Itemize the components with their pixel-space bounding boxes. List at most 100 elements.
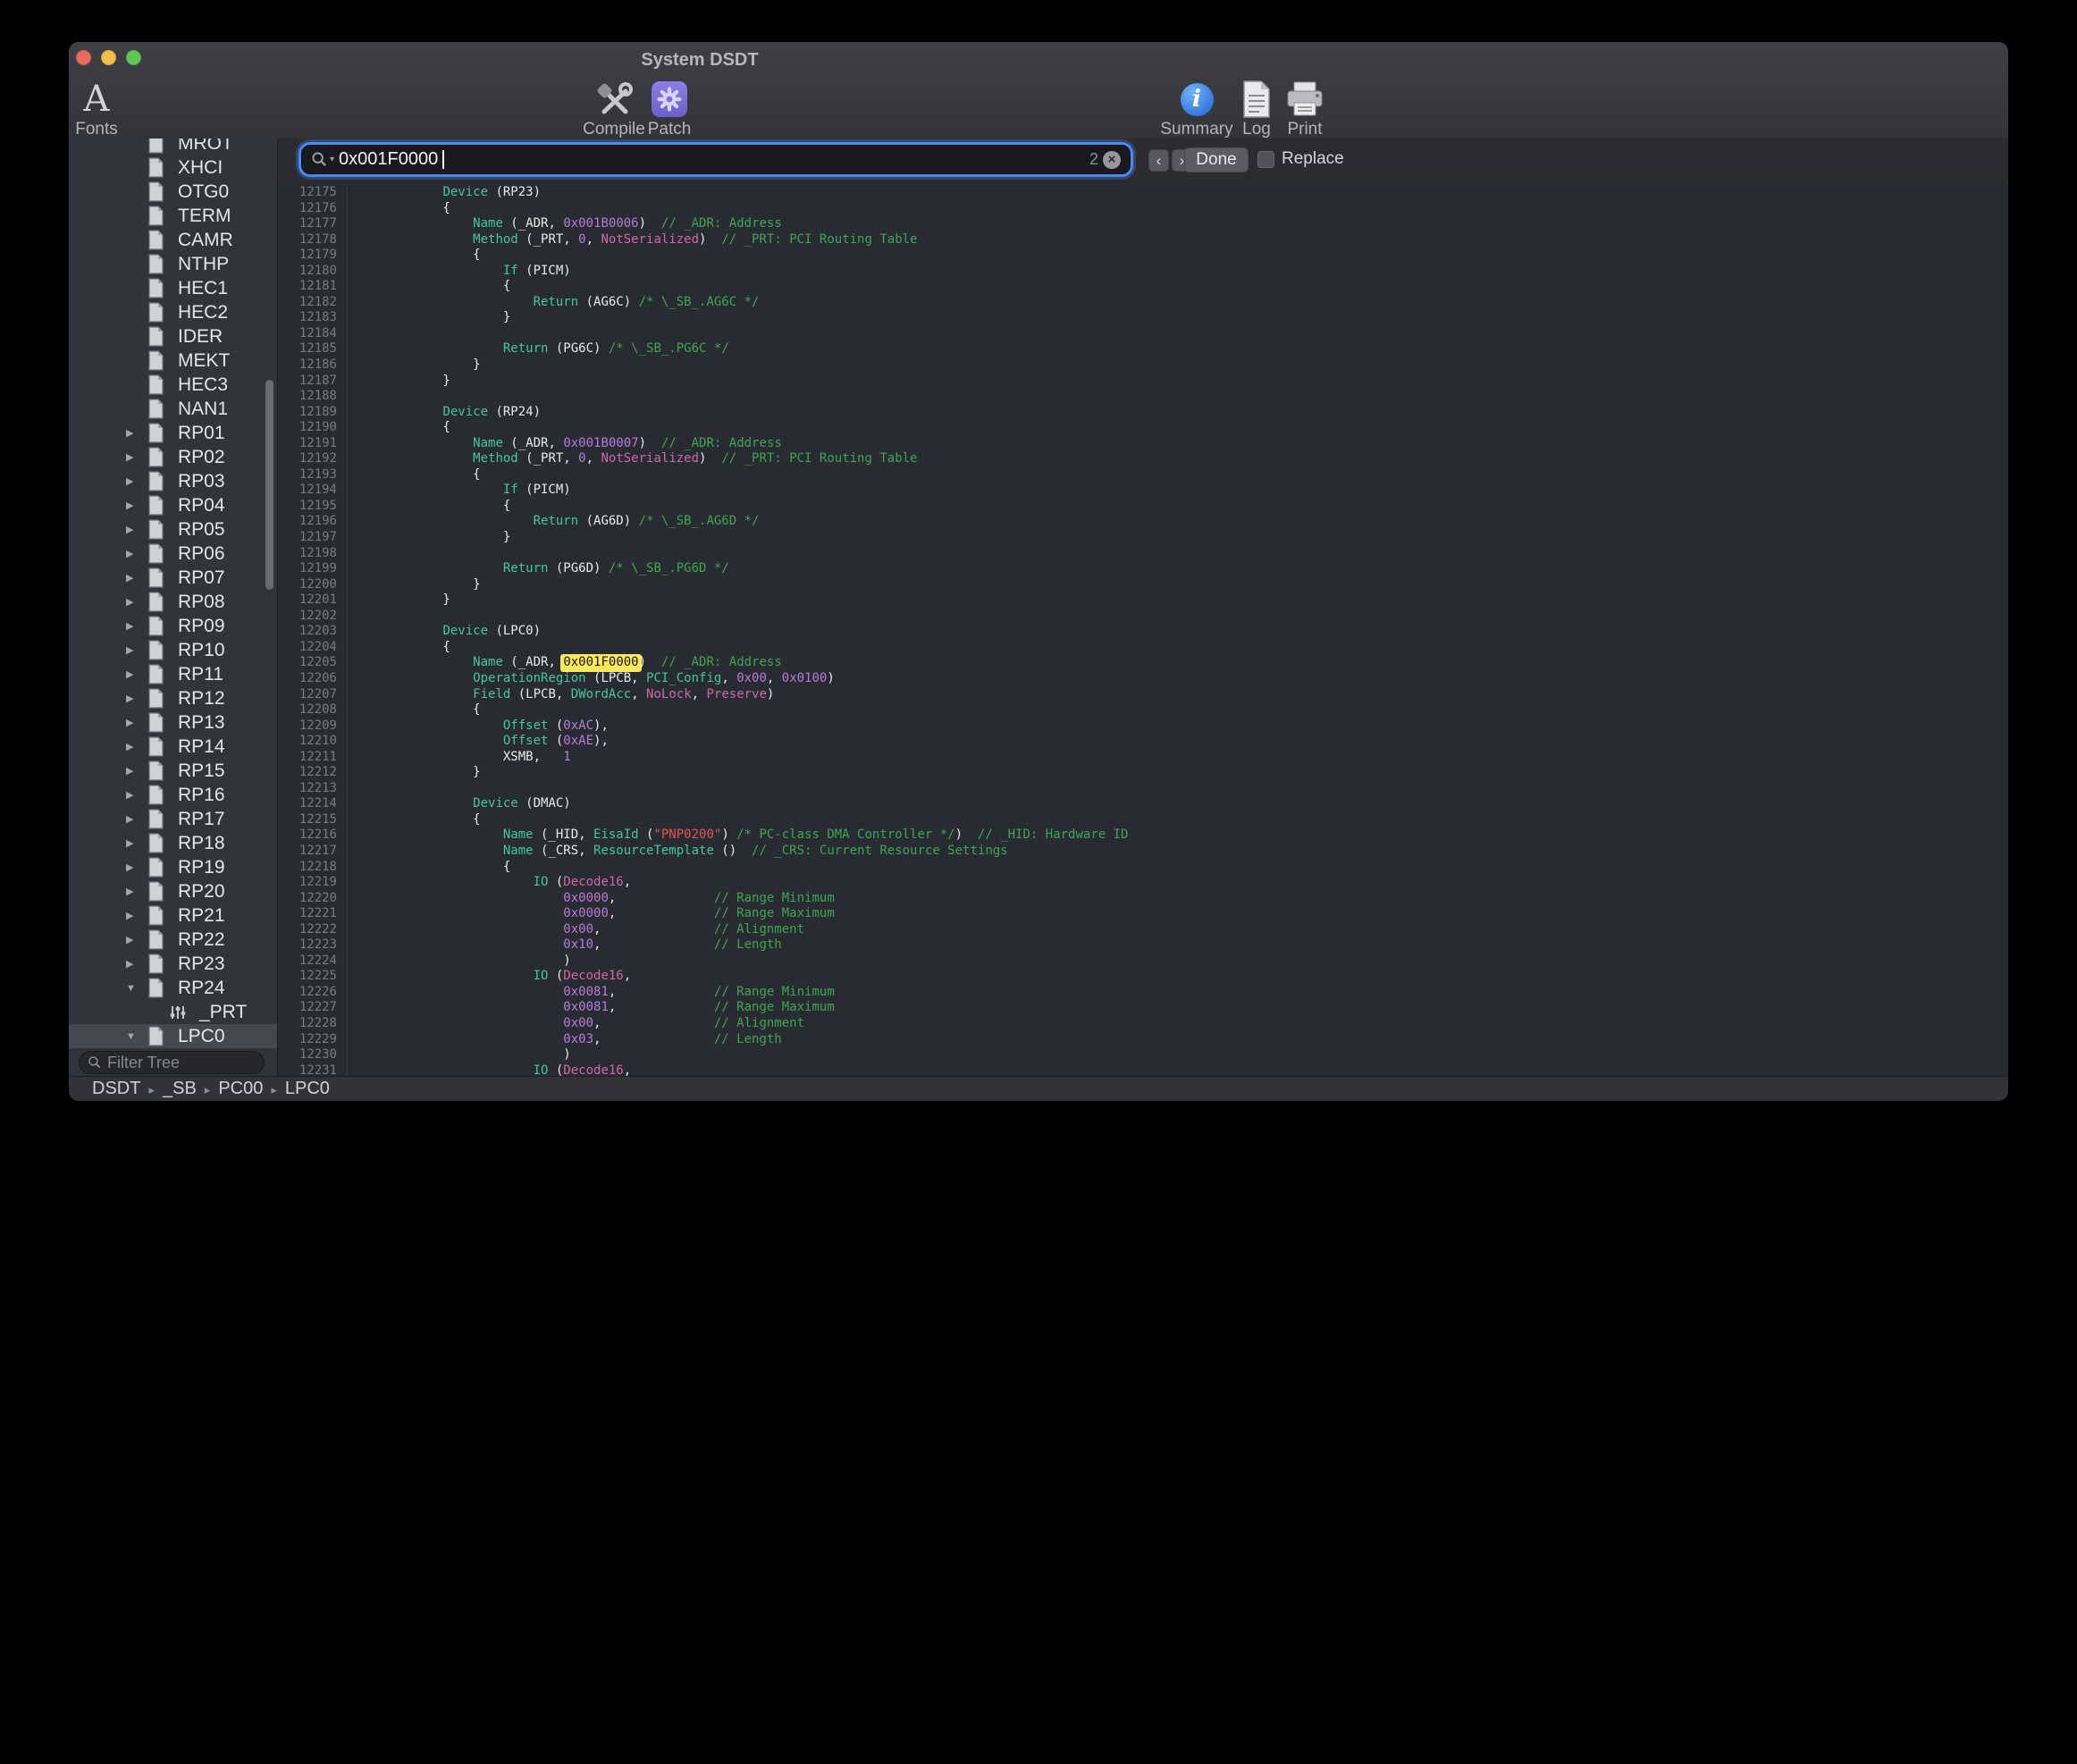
sidebar-item-label: RP14 (172, 736, 225, 758)
disclosure-collapsed-icon[interactable]: ▶ (126, 644, 147, 656)
sidebar-item-rp22[interactable]: ▶RP22 (69, 928, 277, 952)
search-menu-chevron-icon[interactable]: ▾ (330, 155, 334, 164)
sidebar-item-nthp[interactable]: NTHP (69, 252, 277, 276)
sidebar-item-xhci[interactable]: XHCI (69, 155, 277, 180)
sidebar-item-rp12[interactable]: ▶RP12 (69, 686, 277, 710)
toolbar-fonts-button[interactable]: A Fonts (70, 80, 123, 139)
sidebar-item-rp10[interactable]: ▶RP10 (69, 638, 277, 662)
sidebar-item-term[interactable]: TERM (69, 204, 277, 228)
device-icon (147, 833, 172, 853)
sidebar-item-rp07[interactable]: ▶RP07 (69, 566, 277, 590)
sidebar-item-rp24[interactable]: ▼RP24 (69, 976, 277, 1000)
match-count: 2 (1089, 150, 1098, 169)
sidebar-item-rp14[interactable]: ▶ RP14 (69, 735, 277, 759)
sidebar-item-prt[interactable]: _PRT (69, 1000, 277, 1024)
breadcrumb-item[interactable]: DSDT (92, 1079, 140, 1099)
sidebar-item-rp18[interactable]: ▶RP18 (69, 831, 277, 855)
sidebar-item-rp19[interactable]: ▶RP19 (69, 855, 277, 879)
toolbar-print-button[interactable]: Print (1280, 80, 1330, 139)
disclosure-collapsed-icon[interactable]: ▶ (126, 451, 147, 463)
sidebar-item-otg0[interactable]: OTG0 (69, 180, 277, 204)
disclosure-collapsed-icon[interactable]: ▶ (126, 886, 147, 897)
disclosure-collapsed-icon[interactable]: ▶ (126, 934, 147, 945)
sidebar-item-rp13[interactable]: ▶RP13 (69, 710, 277, 735)
clear-search-icon[interactable]: × (1103, 151, 1121, 169)
sidebar-item-label: IDER (172, 326, 223, 348)
sidebar-item-rp04[interactable]: ▶ RP04 (69, 493, 277, 517)
code-editor[interactable]: 12175 Device (RP23)12176 {12177 Name (_A… (278, 181, 2008, 1077)
disclosure-collapsed-icon[interactable]: ▶ (126, 548, 147, 559)
disclosure-collapsed-icon[interactable]: ▶ (126, 572, 147, 584)
zoom-button[interactable] (126, 50, 141, 65)
find-previous-button[interactable]: ‹ (1148, 149, 1169, 172)
disclosure-collapsed-icon[interactable]: ▶ (126, 837, 147, 849)
disclosure-collapsed-icon[interactable]: ▶ (126, 741, 147, 752)
line-number: 12203 (278, 624, 348, 640)
disclosure-collapsed-icon[interactable]: ▶ (126, 693, 147, 704)
toolbar-summary-button[interactable]: i Summary (1159, 80, 1234, 139)
disclosure-collapsed-icon[interactable]: ▶ (126, 427, 147, 439)
code-line: 12230 ) (278, 1047, 2008, 1063)
disclosure-collapsed-icon[interactable]: ▶ (126, 524, 147, 535)
sidebar-item-rp03[interactable]: ▶RP03 (69, 469, 277, 493)
close-button[interactable] (76, 50, 91, 65)
sidebar-item-camr[interactable]: CAMR (69, 228, 277, 252)
sidebar-item-nan1[interactable]: NAN1 (69, 397, 277, 421)
sidebar-item-hec1[interactable]: HEC1 (69, 276, 277, 300)
sidebar-item-rp21[interactable]: ▶RP21 (69, 903, 277, 928)
toolbar-log-button[interactable]: Log (1232, 80, 1281, 139)
sidebar-item-mrot[interactable]: MROT (69, 139, 277, 155)
disclosure-collapsed-icon[interactable]: ▶ (126, 813, 147, 825)
find-search-field[interactable]: ▾ 0x001F0000 2 × (301, 145, 1131, 174)
breadcrumb-item[interactable]: _SB (163, 1079, 197, 1099)
disclosure-expanded-icon[interactable]: ▼ (126, 983, 147, 994)
sidebar-item-rp16[interactable]: ▶RP16 (69, 783, 277, 807)
disclosure-collapsed-icon[interactable]: ▶ (126, 789, 147, 801)
code-line: 12182 Return (AG6C) /* \_SB_.AG6C */ (278, 295, 2008, 311)
disclosure-collapsed-icon[interactable]: ▶ (126, 500, 147, 511)
disclosure-collapsed-icon[interactable]: ▶ (126, 596, 147, 608)
disclosure-collapsed-icon[interactable]: ▶ (126, 620, 147, 632)
toolbar-compile-button[interactable]: Compile (580, 80, 648, 139)
sidebar-item-rp02[interactable]: ▶RP02 (69, 445, 277, 469)
sidebar-item-rp17[interactable]: ▶RP17 (69, 807, 277, 831)
disclosure-collapsed-icon[interactable]: ▶ (126, 861, 147, 873)
disclosure-collapsed-icon[interactable]: ▶ (126, 475, 147, 487)
sidebar-item-label: RP04 (172, 495, 225, 517)
sidebar-item-mekt[interactable]: MEKT (69, 349, 277, 373)
device-icon (147, 592, 172, 612)
disclosure-collapsed-icon[interactable]: ▶ (126, 668, 147, 680)
sidebar-item-rp06[interactable]: ▶RP06 (69, 542, 277, 566)
code-line: 12227 0x0081, // Range Maximum (278, 1000, 2008, 1016)
line-number: 12222 (278, 922, 348, 938)
disclosure-expanded-icon[interactable]: ▼ (126, 1031, 147, 1042)
toolbar-patch-button[interactable]: Patch (641, 80, 698, 139)
sidebar-item-label: TERM (172, 206, 231, 227)
sidebar-item-rp08[interactable]: ▶RP08 (69, 590, 277, 614)
sidebar-item-hec2[interactable]: HEC2 (69, 300, 277, 324)
sidebar-item-rp20[interactable]: ▶RP20 (69, 879, 277, 903)
code-line: 12202 (278, 609, 2008, 625)
sidebar-item-rp09[interactable]: ▶RP09 (69, 614, 277, 638)
minimize-button[interactable] (101, 50, 116, 65)
sidebar-item-ider[interactable]: IDER (69, 324, 277, 349)
sidebar-item-rp23[interactable]: ▶RP23 (69, 952, 277, 976)
replace-checkbox[interactable] (1257, 151, 1274, 168)
disclosure-collapsed-icon[interactable]: ▶ (126, 910, 147, 921)
disclosure-collapsed-icon[interactable]: ▶ (126, 765, 147, 777)
sidebar-item-lpc0[interactable]: ▼LPC0 (69, 1024, 277, 1048)
sidebar-item-rp15[interactable]: ▶RP15 (69, 759, 277, 783)
code-line: 12212 } (278, 765, 2008, 781)
sidebar-item-rp01[interactable]: ▶RP01 (69, 421, 277, 445)
line-number: 12186 (278, 357, 348, 374)
disclosure-collapsed-icon[interactable]: ▶ (126, 717, 147, 728)
sidebar-item-rp11[interactable]: ▶RP11 (69, 662, 277, 686)
disclosure-collapsed-icon[interactable]: ▶ (126, 958, 147, 970)
filter-tree-field[interactable]: Filter Tree (79, 1051, 265, 1074)
sidebar-item-rp05[interactable]: ▶RP05 (69, 517, 277, 542)
breadcrumb-item[interactable]: PC00 (218, 1079, 263, 1099)
done-button[interactable]: Done (1184, 147, 1249, 172)
sidebar-item-hec3[interactable]: HEC3 (69, 373, 277, 397)
sidebar-scrollbar[interactable] (265, 380, 273, 590)
breadcrumb-item[interactable]: LPC0 (285, 1079, 330, 1099)
